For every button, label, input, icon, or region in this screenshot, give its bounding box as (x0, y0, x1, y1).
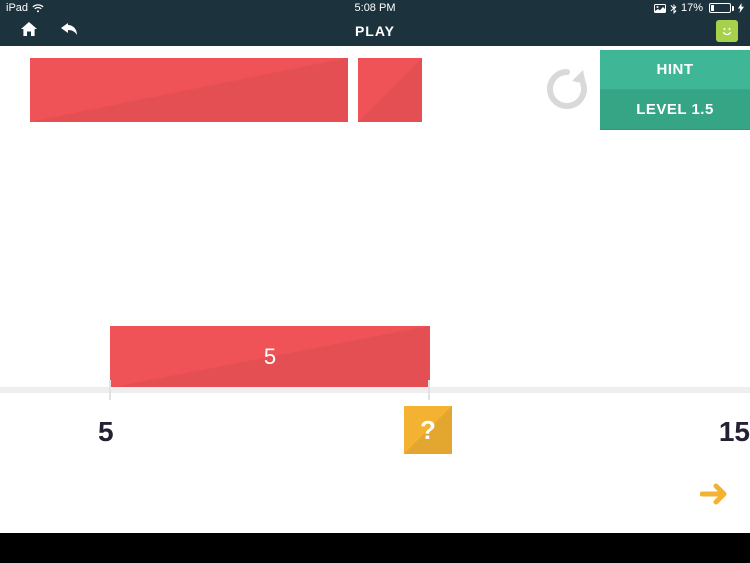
hint-label: HINT (657, 61, 694, 78)
tick-5 (109, 380, 111, 400)
level-label: LEVEL 1.5 (636, 101, 714, 118)
side-buttons: HINT LEVEL 1.5 (600, 50, 750, 130)
question-marker[interactable]: ? (404, 406, 452, 454)
back-arrow-icon[interactable] (60, 22, 78, 41)
smiley-badge[interactable] (716, 20, 738, 42)
battery-icon (707, 3, 734, 13)
hint-button[interactable]: HINT (600, 50, 750, 90)
status-time: 5:08 PM (355, 2, 396, 14)
game-area: HINT LEVEL 1.5 5 5 15 ? (0, 46, 750, 533)
refresh-button[interactable] (544, 66, 590, 112)
smiley-icon (720, 24, 734, 38)
question-mark: ? (420, 415, 436, 446)
tick-label-15: 15 (719, 416, 750, 448)
status-right: 17% (654, 2, 744, 14)
value-bar[interactable]: 5 (110, 326, 430, 388)
status-bar: iPad 5:08 PM 17% (0, 0, 750, 16)
battery-pct: 17% (681, 2, 703, 14)
next-arrow-icon (700, 482, 730, 506)
number-line (0, 387, 750, 393)
app-root: iPad 5:08 PM 17% (0, 0, 750, 563)
status-left: iPad (6, 2, 44, 14)
block-large[interactable] (30, 58, 348, 122)
refresh-icon (544, 66, 590, 112)
block-small[interactable] (358, 58, 422, 122)
next-button[interactable] (700, 482, 730, 511)
device-label: iPad (6, 2, 28, 14)
nav-bar: PLAY (0, 16, 750, 46)
nav-left (0, 21, 78, 42)
level-button[interactable]: LEVEL 1.5 (600, 90, 750, 130)
tick-question (428, 380, 430, 400)
home-icon[interactable] (20, 21, 38, 42)
value-bar-label: 5 (264, 344, 276, 370)
bolt-icon (738, 3, 744, 13)
page-title: PLAY (355, 23, 395, 39)
bluetooth-icon (670, 3, 677, 14)
tick-label-5: 5 (98, 416, 114, 448)
top-blocks (30, 58, 422, 122)
bottom-bar (0, 533, 750, 563)
picture-icon (654, 4, 666, 13)
wifi-icon (32, 4, 44, 13)
